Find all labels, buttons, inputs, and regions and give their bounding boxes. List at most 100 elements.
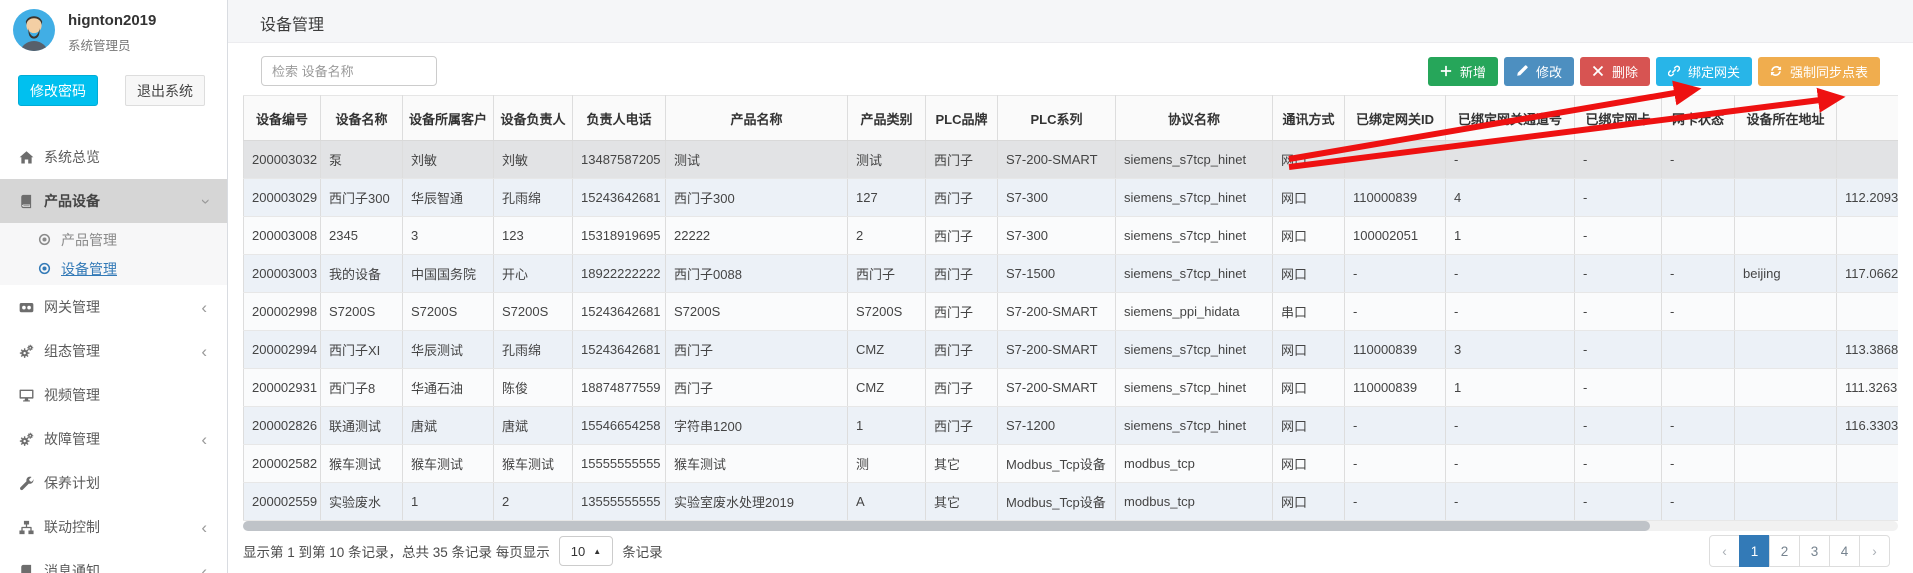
force-sync-button[interactable]: 强制同步点表 xyxy=(1758,57,1880,86)
table-cell: 1 xyxy=(848,407,926,445)
table-cell xyxy=(1837,445,1899,483)
pagination-prev[interactable]: ‹ xyxy=(1709,535,1740,567)
link-icon xyxy=(1668,65,1681,78)
delete-button[interactable]: 删除 xyxy=(1580,57,1650,86)
page-size-select[interactable]: 10 ▲ xyxy=(559,536,613,566)
table-row[interactable]: 200002582猴车测试猴车测试猴车测试15555555555猴车测试测其它M… xyxy=(244,445,1899,483)
column-header[interactable]: 设备编号 xyxy=(244,96,321,141)
table-cell: Modbus_Tcp设备 xyxy=(998,445,1116,483)
table-cell: 唐斌 xyxy=(494,407,573,445)
table-cell: - xyxy=(1345,445,1446,483)
chevron-left-icon: ‹ xyxy=(201,431,207,448)
table-row[interactable]: 200002994西门子XI华辰测试孔雨绵15243642681西门子CMZ西门… xyxy=(244,331,1899,369)
table-cell xyxy=(1735,179,1837,217)
dot-circle-icon xyxy=(36,232,52,248)
sidebar-item-system-overview[interactable]: 系统总览 xyxy=(0,135,227,179)
column-header[interactable]: 产品名称 xyxy=(666,96,848,141)
bind-gateway-button[interactable]: 绑定网关 xyxy=(1656,57,1752,86)
table-row[interactable]: 2000030082345312315318919695222222西门子S7-… xyxy=(244,217,1899,255)
table-cell: 猴车测试 xyxy=(494,445,573,483)
column-header[interactable]: 负责人电话 xyxy=(573,96,666,141)
sidebar-item-fault-management[interactable]: 故障管理‹ xyxy=(0,417,227,461)
column-header[interactable]: 已绑定网卡 xyxy=(1575,96,1662,141)
table-cell: 孔雨绵 xyxy=(494,179,573,217)
column-header[interactable]: 通讯方式 xyxy=(1273,96,1345,141)
table-cell xyxy=(1662,331,1735,369)
table-cell: - xyxy=(1575,331,1662,369)
sidebar-item-message-notification[interactable]: 消息通知‹ xyxy=(0,549,227,573)
logout-button[interactable]: 退出系统 xyxy=(125,75,205,106)
column-header[interactable]: 协议名称 xyxy=(1116,96,1273,141)
sidebar-item-gateway-management[interactable]: 网关管理‹ xyxy=(0,285,227,329)
column-header[interactable]: 经度 xyxy=(1837,96,1899,141)
column-header[interactable]: PLC系列 xyxy=(998,96,1116,141)
table-cell: 测试 xyxy=(666,141,848,179)
edit-button[interactable]: 修改 xyxy=(1504,57,1574,86)
search-input[interactable] xyxy=(261,56,437,86)
table-footer: 显示第 1 到第 10 条记录，总共 35 条记录 每页显示 10 ▲ 条记录 … xyxy=(243,535,1898,567)
horizontal-scrollbar[interactable] xyxy=(243,521,1898,531)
table-cell: - xyxy=(1662,483,1735,521)
table-cell: 测 xyxy=(848,445,926,483)
pagination-page-2[interactable]: 2 xyxy=(1769,535,1800,567)
column-header[interactable]: 设备负责人 xyxy=(494,96,573,141)
toolbar-buttons: 新增修改 删除绑定网关 强制同步点表 xyxy=(1422,57,1880,86)
table-cell: 3 xyxy=(1446,331,1575,369)
table-row[interactable]: 200003029西门子300华辰智通孔雨绵15243642681西门子3001… xyxy=(244,179,1899,217)
chevron-down-icon: ‹ xyxy=(196,198,213,204)
column-header[interactable]: PLC品牌 xyxy=(926,96,998,141)
table-cell: - xyxy=(1575,141,1662,179)
table-cell xyxy=(1735,407,1837,445)
table-body: 200003032泵刘敏刘敏13487587205测试测试西门子S7-200-S… xyxy=(244,141,1899,521)
table-cell: 18874877559 xyxy=(573,369,666,407)
sidebar-item-linkage-control[interactable]: 联动控制‹ xyxy=(0,505,227,549)
column-header[interactable]: 设备名称 xyxy=(321,96,403,141)
column-header[interactable]: 产品类别 xyxy=(848,96,926,141)
sidebar-subitem-device-management[interactable]: 设备管理 xyxy=(0,254,227,283)
sidebar-item-maintenance-plan[interactable]: 保养计划 xyxy=(0,461,227,505)
table-cell: - xyxy=(1446,141,1575,179)
button-label: 删除 xyxy=(1612,62,1638,81)
table-cell: - xyxy=(1446,255,1575,293)
table-row[interactable]: 200002559实验废水1213555555555实验室废水处理2019A其它… xyxy=(244,483,1899,521)
column-header[interactable]: 网卡状态 xyxy=(1662,96,1735,141)
column-header[interactable]: 设备所属客户 xyxy=(403,96,494,141)
add-button[interactable]: 新增 xyxy=(1428,57,1498,86)
table-cell: - xyxy=(1662,141,1735,179)
table-cell: 西门子 xyxy=(926,255,998,293)
table-row[interactable]: 200003032泵刘敏刘敏13487587205测试测试西门子S7-200-S… xyxy=(244,141,1899,179)
main-content: 设备管理 新增修改删除绑定网关强制同步点表 设备编号设备名称设备所属客户设备负责… xyxy=(228,0,1913,573)
device-table-wrap: 设备编号设备名称设备所属客户设备负责人负责人电话产品名称产品类别PLC品牌PLC… xyxy=(243,95,1898,521)
sidebar-item-video-management[interactable]: 视频管理 xyxy=(0,373,227,417)
change-password-button[interactable]: 修改密码 xyxy=(18,75,98,106)
table-row[interactable]: 200002998S7200SS7200SS7200S15243642681S7… xyxy=(244,293,1899,331)
pagination-next[interactable]: › xyxy=(1859,535,1890,567)
table-cell: 13487587205 xyxy=(573,141,666,179)
table-cell: 其它 xyxy=(926,483,998,521)
sidebar-item-product-device[interactable]: 产品设备‹ xyxy=(0,179,227,223)
table-cell: - xyxy=(1662,445,1735,483)
scrollbar-thumb[interactable] xyxy=(243,521,1650,531)
column-header[interactable]: 已绑定网关ID xyxy=(1345,96,1446,141)
pagination-page-1[interactable]: 1 xyxy=(1739,535,1770,567)
column-header[interactable]: 已绑定网关通道号 xyxy=(1446,96,1575,141)
table-cell: 串口 xyxy=(1273,293,1345,331)
table-row[interactable]: 200002826联通测试唐斌唐斌15546654258字符串12001西门子S… xyxy=(244,407,1899,445)
plus-icon xyxy=(1440,65,1453,78)
button-label: 强制同步点表 xyxy=(1790,62,1868,81)
pagination-page-3[interactable]: 3 xyxy=(1799,535,1830,567)
table-cell: - xyxy=(1575,483,1662,521)
table-cell: siemens_s7tcp_hinet xyxy=(1116,369,1273,407)
table-row[interactable]: 200002931西门子8华通石油陈俊18874877559西门子CMZ西门子S… xyxy=(244,369,1899,407)
records-summary: 显示第 1 到第 10 条记录，总共 35 条记录 每页显示 10 ▲ 条记录 xyxy=(243,536,663,566)
table-cell: 网口 xyxy=(1273,483,1345,521)
column-header[interactable]: 设备所在地址 xyxy=(1735,96,1837,141)
pagination: ‹1234› xyxy=(1710,535,1890,567)
table-cell: 西门子 xyxy=(848,255,926,293)
sidebar-item-scada-management[interactable]: 组态管理‹ xyxy=(0,329,227,373)
sidebar-subitem-product-management[interactable]: 产品管理 xyxy=(0,225,227,254)
table-cell: 200002582 xyxy=(244,445,321,483)
table-cell xyxy=(1735,369,1837,407)
pagination-page-4[interactable]: 4 xyxy=(1829,535,1860,567)
table-row[interactable]: 200003003我的设备中国国务院开心18922222222西门子0088西门… xyxy=(244,255,1899,293)
